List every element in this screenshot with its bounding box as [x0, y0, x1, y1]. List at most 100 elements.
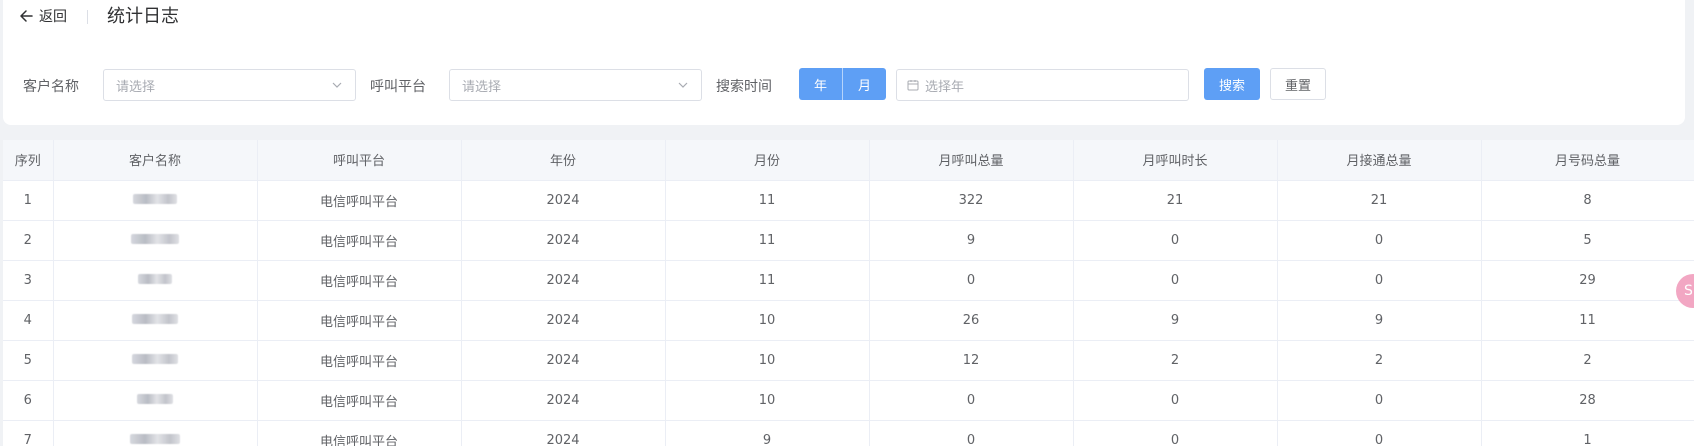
back-label: 返回: [39, 9, 67, 25]
cell-monthly-connected: 21: [1277, 180, 1482, 221]
page-title: 统计日志: [107, 6, 179, 27]
year-toggle-button[interactable]: 年: [799, 68, 842, 100]
column-header: 月呼叫时长: [1073, 140, 1278, 181]
cell-monthly-calls: 0: [869, 420, 1074, 446]
cell-index: 5: [3, 340, 54, 381]
reset-button[interactable]: 重置: [1270, 68, 1326, 100]
cell-month: 11: [665, 220, 870, 261]
cell-monthly-numbers: 29: [1481, 260, 1694, 301]
cell-month: 10: [665, 380, 870, 421]
cell-platform: 电信呼叫平台: [257, 340, 462, 381]
cell-monthly-calls: 0: [869, 380, 1074, 421]
cell-platform: 电信呼叫平台: [257, 220, 462, 261]
cell-monthly-numbers: 1: [1481, 420, 1694, 446]
cell-platform: 电信呼叫平台: [257, 260, 462, 301]
cell-monthly-duration: 0: [1073, 420, 1278, 446]
cell-platform: 电信呼叫平台: [257, 380, 462, 421]
cell-monthly-connected: 2: [1277, 340, 1482, 381]
cell-platform: 电信呼叫平台: [257, 300, 462, 341]
chevron-down-icon: [332, 82, 342, 88]
cell-year: 2024: [461, 220, 666, 261]
cell-monthly-numbers: 8: [1481, 180, 1694, 221]
table-row[interactable]: 5 电信呼叫平台 2024 10 12 2 2 2: [3, 340, 1694, 381]
cell-monthly-calls: 9: [869, 220, 1074, 261]
column-header: 月号码总量: [1481, 140, 1694, 181]
redacted-customer-name: [132, 353, 178, 364]
cell-monthly-duration: 2: [1073, 340, 1278, 381]
platform-select-placeholder: 请选择: [462, 79, 502, 95]
filter-panel: 返回 统计日志 客户名称 请选择 呼叫平台 请选择 搜索时间 年 月 选择年 搜…: [3, 0, 1685, 125]
customer-select-placeholder: 请选择: [116, 79, 156, 95]
column-header: 序列: [3, 140, 54, 181]
table-row[interactable]: 6 电信呼叫平台 2024 10 0 0 0 28: [3, 380, 1694, 421]
year-picker-placeholder: 选择年: [925, 79, 965, 95]
cell-monthly-calls: 0: [869, 260, 1074, 301]
table-row[interactable]: 2 电信呼叫平台 2024 11 9 0 0 5: [3, 220, 1694, 261]
table-row[interactable]: 4 电信呼叫平台 2024 10 26 9 9 11: [3, 300, 1694, 341]
cell-monthly-numbers: 2: [1481, 340, 1694, 381]
year-picker-input[interactable]: 选择年: [896, 69, 1189, 101]
cell-index: 7: [3, 420, 54, 446]
cell-customer-name: [53, 180, 258, 221]
cell-year: 2024: [461, 260, 666, 301]
cell-monthly-duration: 9: [1073, 300, 1278, 341]
cell-month: 10: [665, 300, 870, 341]
cell-customer-name: [53, 220, 258, 261]
cell-monthly-calls: 322: [869, 180, 1074, 221]
table-row[interactable]: 3 电信呼叫平台 2024 11 0 0 0 29: [3, 260, 1694, 301]
cell-monthly-connected: 0: [1277, 380, 1482, 421]
chevron-down-icon: [678, 82, 688, 88]
cell-customer-name: [53, 340, 258, 381]
cell-year: 2024: [461, 420, 666, 446]
month-toggle-button[interactable]: 月: [842, 68, 886, 100]
cell-year: 2024: [461, 380, 666, 421]
customer-name-select[interactable]: 请选择: [103, 69, 356, 101]
cell-year: 2024: [461, 340, 666, 381]
calendar-icon: [907, 80, 919, 91]
redacted-customer-name: [130, 433, 180, 444]
cell-month: 11: [665, 260, 870, 301]
cell-monthly-duration: 0: [1073, 260, 1278, 301]
cell-index: 1: [3, 180, 54, 221]
year-month-toggle: 年 月: [799, 68, 886, 100]
cell-index: 4: [3, 300, 54, 341]
cell-month: 11: [665, 180, 870, 221]
search-time-label: 搜索时间: [716, 79, 772, 95]
table-row[interactable]: 1 电信呼叫平台 2024 11 322 21 21 8: [3, 180, 1694, 221]
cell-month: 9: [665, 420, 870, 446]
cell-index: 2: [3, 220, 54, 261]
column-header: 月接通总量: [1277, 140, 1482, 181]
cell-monthly-connected: 0: [1277, 220, 1482, 261]
cell-monthly-duration: 0: [1073, 220, 1278, 261]
arrow-left-icon: [20, 10, 33, 22]
cell-customer-name: [53, 260, 258, 301]
customer-name-label: 客户名称: [23, 79, 79, 95]
cell-index: 3: [3, 260, 54, 301]
column-header: 年份: [461, 140, 666, 181]
cell-monthly-numbers: 5: [1481, 220, 1694, 261]
table-row[interactable]: 7 电信呼叫平台 2024 9 0 0 0 1: [3, 420, 1694, 446]
statistics-table: 序列 客户名称 呼叫平台 年份 月份 月呼叫总量 月呼叫时长 月接通总量 月号码…: [3, 140, 1694, 446]
cell-monthly-connected: 0: [1277, 260, 1482, 301]
call-platform-select[interactable]: 请选择: [449, 69, 702, 101]
cell-index: 6: [3, 380, 54, 421]
redacted-customer-name: [137, 393, 173, 404]
cell-monthly-duration: 21: [1073, 180, 1278, 221]
cell-year: 2024: [461, 300, 666, 341]
cell-year: 2024: [461, 180, 666, 221]
column-header: 月呼叫总量: [869, 140, 1074, 181]
cell-customer-name: [53, 300, 258, 341]
column-header: 客户名称: [53, 140, 258, 181]
cell-month: 10: [665, 340, 870, 381]
cell-monthly-calls: 26: [869, 300, 1074, 341]
redacted-customer-name: [133, 193, 177, 204]
cell-monthly-numbers: 11: [1481, 300, 1694, 341]
redacted-customer-name: [131, 233, 179, 244]
column-header: 呼叫平台: [257, 140, 462, 181]
cell-customer-name: [53, 380, 258, 421]
search-button[interactable]: 搜索: [1204, 68, 1260, 100]
back-button[interactable]: 返回: [19, 6, 67, 26]
table-header-row: 序列 客户名称 呼叫平台 年份 月份 月呼叫总量 月呼叫时长 月接通总量 月号码…: [3, 140, 1694, 181]
cell-platform: 电信呼叫平台: [257, 420, 462, 446]
cell-platform: 电信呼叫平台: [257, 180, 462, 221]
